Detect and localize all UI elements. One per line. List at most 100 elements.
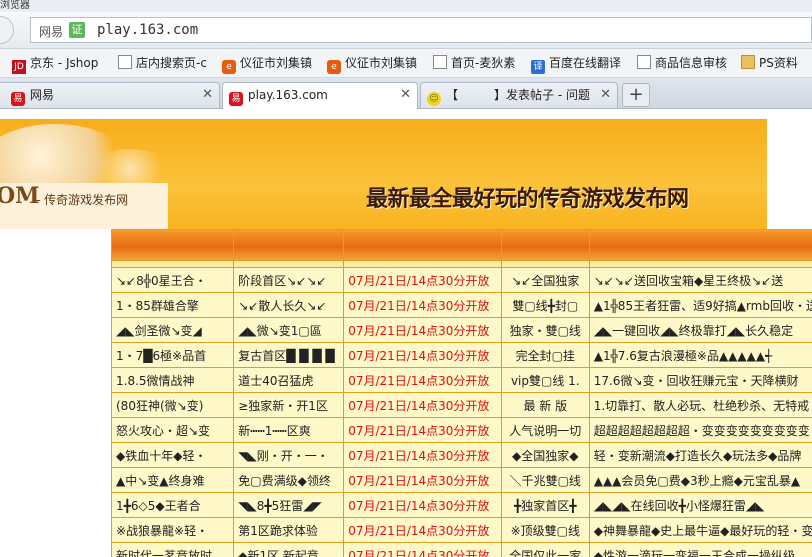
line-type-cell[interactable]: 独家・雙▢线 [500, 317, 590, 343]
table-row[interactable]: 1╋6◇5◆王者合 ◥◣8╋5狂雷◢◤ 07月/21日/14点30分开放 ╋独家首区╋… [111, 492, 812, 518]
new-tab-button[interactable]: + [622, 83, 650, 107]
subheader-cell [500, 260, 590, 268]
server-desc-cell[interactable]: ▲1╬85王者狂雷、适9好搞▲rmb回收・送 [588, 292, 812, 318]
bookmark-product-review[interactable]: 商品信息审核 [637, 54, 727, 72]
server-desc-cell[interactable]: 1.切靠打、散人必玩、杜绝秒杀、无特戒 [588, 392, 812, 418]
url-input[interactable]: 网易 证 play.163.com [30, 17, 812, 43]
table-row[interactable]: 1・7█6極※品首 复古首区█ █ █ █ 07月/21日/14点30分开放 完全封▢… [111, 342, 812, 368]
server-name-cell[interactable]: 1.8.5微情战神 [111, 367, 235, 393]
server-desc-cell[interactable]: ◆性游一滴玩一孪福一王合成一操纵级 [588, 542, 812, 557]
line-type-cell[interactable]: 完全封▢挂 [500, 342, 590, 368]
server-desc-cell[interactable]: ▲▲▲会员免▢费◆3秒上瘾◆元宝乱暴▲ [588, 467, 812, 493]
server-line-cell[interactable]: 新┅┅1┅┅区爽 [233, 417, 345, 443]
open-time-cell[interactable]: 07月/21日/14点30分开放 [343, 342, 502, 368]
bookmark-shop-search[interactable]: 店内搜索页-c [118, 54, 207, 72]
server-line-cell[interactable]: ◥◣8╋5狂雷◢◤ [233, 492, 345, 518]
open-time-cell[interactable]: 07月/21日/14点30分开放 [343, 417, 502, 443]
server-line-cell[interactable]: 复古首区█ █ █ █ [233, 342, 345, 368]
line-type-cell[interactable]: ↘↙全国独家 [500, 267, 590, 293]
server-desc-cell[interactable]: 超超超超超超超超・变变变变变变变变变 [588, 417, 812, 443]
server-name-cell[interactable]: 1・7█6極※品首 [111, 342, 235, 368]
open-time-cell[interactable]: 07月/21日/14点30分开放 [343, 267, 502, 293]
table-row[interactable]: 新时代一茗竞放时 ◆新1区 新起竞 07月/21日/14点30分开放 全国仅此一家 ◆性… [111, 542, 812, 557]
bookmark-baidu-fanyi[interactable]: 译百度在线翻译 [531, 54, 621, 74]
server-desc-cell[interactable]: ▲1╬7.6复古浪漫極※品▲▲▲▲▲┽ [588, 342, 812, 368]
server-name-cell[interactable]: 怒火攻心・超↘变 [111, 417, 235, 443]
server-line-cell[interactable]: ≥独家新・开1区 [233, 392, 345, 418]
tab-play163[interactable]: 易 play.163.com ✕ [222, 82, 418, 109]
line-type-cell[interactable]: ◆全国独家◆ [500, 442, 590, 468]
window-title: 浏览器 [0, 0, 30, 11]
server-desc-cell[interactable]: 轻・变新潮流◆打造长久◆玩法多◆品牌 [588, 442, 812, 468]
table-row[interactable]: (80狂神(微↘变) ≥独家新・开1区 07月/21日/14点30分开放最 新 版1… [111, 392, 812, 418]
server-name-cell[interactable]: 1・85群雄合擎 [111, 292, 235, 318]
tab-netease[interactable]: 易网易 ✕ [0, 82, 220, 108]
bookmark-ps-folder[interactable]: PS资料 [741, 54, 798, 72]
open-time-cell[interactable]: 07月/21日/14点30分开放 [343, 542, 502, 557]
server-line-cell[interactable]: ↘↙散人长久↘↙ [233, 292, 345, 318]
server-desc-cell[interactable]: ◢◣◢◣在线回收╋小怪爆狂雷◢◣ [588, 492, 812, 518]
server-line-cell[interactable]: ◆新1区 新起竞 [233, 542, 345, 557]
table-row[interactable]: 1.8.5微情战神 道士40召猛虎 07月/21日/14点30分开放 vip雙▢线 1… [111, 367, 812, 393]
bookmark-yizheng-1[interactable]: e 仪征市刘集镇 [222, 54, 312, 74]
server-line-cell[interactable]: 道士40召猛虎 [233, 367, 345, 393]
table-row[interactable]: ◢◣剑圣微↘变◢ ◢◣微↘变1▢區 07月/21日/14点30分开放 独家・雙▢线 ◢◣… [111, 317, 812, 343]
line-type-cell[interactable]: ╋独家首区╋ [500, 492, 590, 518]
server-line-cell[interactable]: 阶段首区↘↙↘↙ [233, 267, 345, 293]
tab-post-thread[interactable]: ☺ 【 】发表帖子 - 问题 ✕ [420, 82, 618, 108]
line-type-cell[interactable]: 最 新 版 [500, 392, 590, 418]
server-desc-cell[interactable]: ↘↙↘↙送回收宝箱◆星王终极↘↙送 [588, 267, 812, 293]
table-row[interactable]: ◆铁血十年◆轻・ ◥◣刚・开・一・ 07月/21日/14点30分开放 ◆全国独家◆ 轻・… [111, 442, 812, 468]
open-time-cell[interactable]: 07月/21日/14点30分开放 [343, 317, 502, 343]
bookmarks-bar: JD 京东 - Jshop 店内搜索页-c e 仪征市刘集镇 e 仪征市刘集镇 首页-… [0, 49, 812, 78]
table-row[interactable]: 1・85群雄合擎 ↘↙散人长久↘↙ 07月/21日/14点30分开放 雙▢线╋封▢ ▲1… [111, 292, 812, 318]
site-identity[interactable]: 网易 [39, 23, 63, 40]
bookmark-homepage[interactable]: 首页-麦狄素 [433, 54, 515, 72]
line-type-cell[interactable]: 人气说明一切 [500, 417, 590, 443]
site-logo[interactable]: OM [0, 183, 40, 209]
server-name-cell[interactable]: ※战狼暴龍※轻・ [111, 517, 235, 543]
open-time-cell[interactable]: 07月/21日/14点30分开放 [343, 367, 502, 393]
table-row[interactable]: ※战狼暴龍※轻・ 第1区跪求体验 07月/21日/14点30分开放 ※顶级雙▢线 ◆神舞… [111, 517, 812, 543]
server-line-cell[interactable]: 免▢费满级◆领终 [233, 467, 345, 493]
back-button[interactable] [0, 16, 14, 44]
server-name-cell[interactable]: 新时代一茗竞放时 [111, 542, 235, 557]
close-icon[interactable]: ✕ [400, 83, 411, 107]
server-name-cell[interactable]: ▲中↘变▲终身难 [111, 467, 235, 493]
line-type-cell[interactable]: ※顶级雙▢线 [500, 517, 590, 543]
close-icon[interactable]: ✕ [202, 83, 213, 107]
line-type-cell[interactable]: ＼千兆雙▢线 [500, 467, 590, 493]
server-line-cell[interactable]: 第1区跪求体验 [233, 517, 345, 543]
bookmark-label: 店内搜索页-c [136, 56, 207, 70]
bookmark-jd[interactable]: JD 京东 - Jshop [12, 54, 98, 74]
table-row[interactable]: ↘↙8╬0星王合・ 阶段首区↘↙↘↙ 07月/21日/14点30分开放 ↘↙全国独家 ↘… [111, 267, 812, 293]
open-time-cell[interactable]: 07月/21日/14点30分开放 [343, 392, 502, 418]
bookmark-yizheng-2[interactable]: e 仪征市刘集镇 [327, 54, 417, 74]
server-desc-cell[interactable]: 17.6微↘变・回收狂赚元宝・天降横财 [588, 367, 812, 393]
open-time-cell[interactable]: 07月/21日/14点30分开放 [343, 467, 502, 493]
open-time-cell[interactable]: 07月/21日/14点30分开放 [343, 442, 502, 468]
server-desc-cell[interactable]: ◆神舞暴龍◆史上最牛逼◆最好玩的轻・变 [588, 517, 812, 543]
open-time-cell[interactable]: 07月/21日/14点30分开放 [343, 517, 502, 543]
smiley-icon: ☺ [427, 92, 441, 106]
url-text[interactable]: play.163.com [97, 22, 198, 38]
server-name-cell[interactable]: (80狂神(微↘变) [111, 392, 235, 418]
server-line-cell[interactable]: ◥◣刚・开・一・ [233, 442, 345, 468]
server-line-cell[interactable]: ◢◣微↘变1▢區 [233, 317, 345, 343]
e-icon: e [222, 60, 236, 74]
server-name-cell[interactable]: 1╋6◇5◆王者合 [111, 492, 235, 518]
close-icon[interactable]: ✕ [600, 83, 611, 107]
open-time-cell[interactable]: 07月/21日/14点30分开放 [343, 292, 502, 318]
line-type-cell[interactable]: 全国仅此一家 [500, 542, 590, 557]
line-type-cell[interactable]: 雙▢线╋封▢ [500, 292, 590, 318]
netease-icon: 易 [229, 92, 243, 106]
line-type-cell[interactable]: vip雙▢线 1. [500, 367, 590, 393]
certificate-icon[interactable]: 证 [69, 22, 85, 38]
server-name-cell[interactable]: ◆铁血十年◆轻・ [111, 442, 235, 468]
table-row[interactable]: ▲中↘变▲终身难 免▢费满级◆领终 07月/21日/14点30分开放 ＼千兆雙▢线 ▲▲… [111, 467, 812, 493]
server-name-cell[interactable]: ◢◣剑圣微↘变◢ [111, 317, 235, 343]
server-desc-cell[interactable]: ◢◣一键回收◢◣终极靠打◢◣长久稳定 [588, 317, 812, 343]
open-time-cell[interactable]: 07月/21日/14点30分开放 [343, 492, 502, 518]
server-name-cell[interactable]: ↘↙8╬0星王合・ [111, 267, 235, 293]
table-row[interactable]: 怒火攻心・超↘变 新┅┅1┅┅区爽 07月/21日/14点30分开放 人气说明一切 超超… [111, 417, 812, 443]
